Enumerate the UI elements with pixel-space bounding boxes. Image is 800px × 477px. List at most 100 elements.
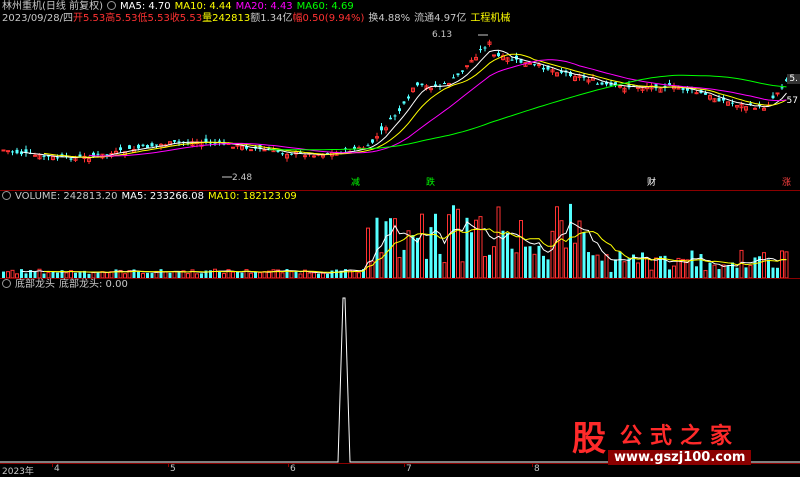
volume-bar — [483, 255, 487, 278]
volume-bar — [690, 250, 694, 278]
candle-body — [177, 141, 181, 143]
volume-bar — [213, 268, 217, 278]
candle-body — [465, 65, 469, 68]
axis-label-aug: 8 — [534, 464, 540, 474]
candle-body — [33, 154, 37, 157]
volume-bar — [335, 269, 338, 278]
candle-body — [78, 154, 82, 157]
event-marker-1[interactable]: 减 — [349, 178, 362, 189]
volume-bar — [622, 261, 627, 278]
volume-bar — [488, 254, 491, 278]
volume-bar — [780, 250, 784, 278]
volume-bar — [582, 232, 586, 278]
volume-bar — [573, 242, 577, 278]
volume-bar — [384, 221, 388, 278]
high-annotation: 6.13 — [432, 30, 452, 40]
watermark-url: www.gszj100.com — [608, 450, 752, 465]
volume-bar — [618, 251, 622, 278]
settings-circle-icon[interactable] — [106, 1, 116, 10]
info-line: 2023/09/28/四开5.53高5.53低5.53收5.53量242813额… — [2, 13, 514, 25]
volume-chart[interactable] — [0, 190, 800, 278]
volume-bar — [604, 254, 609, 278]
info-turnover: 换4.88% — [368, 13, 411, 24]
volume-bar — [452, 205, 455, 278]
candle-body — [366, 145, 370, 147]
volume-bar — [447, 214, 451, 278]
volume-bar — [465, 217, 469, 278]
ma10-label: MA10: 4.44 — [174, 1, 232, 12]
volume-bar — [654, 257, 658, 278]
candle-body — [780, 87, 784, 89]
candle-body — [771, 95, 775, 99]
candle-body — [393, 115, 397, 117]
volume-bar — [352, 270, 357, 278]
ma60-line — [269, 74, 787, 151]
volume-bar — [510, 248, 514, 278]
indicator-settings-icon[interactable] — [2, 279, 11, 288]
candle-body — [398, 108, 401, 112]
volume-bar — [294, 270, 298, 278]
volume-bar — [137, 271, 140, 278]
ma60-label: MA60: 4.69 — [296, 1, 354, 12]
candle-body — [775, 92, 780, 95]
candle-body — [510, 59, 514, 61]
volume-bar — [703, 270, 708, 278]
volume-panel[interactable]: VOLUME: 242813.20 MA5: 233266.08 MA10: 182… — [0, 190, 800, 278]
volume-bar — [591, 255, 595, 278]
candle-body — [528, 62, 532, 65]
candle-body — [704, 92, 707, 95]
volume-bar — [577, 220, 582, 278]
volume-bar — [532, 253, 537, 278]
candlestick-chart[interactable]: 6.13 2.48 — [0, 0, 800, 190]
candle-body — [596, 83, 599, 85]
candle-body — [56, 157, 59, 159]
price-right-label-bottom: 57 — [786, 96, 798, 106]
volume-bar — [366, 227, 370, 278]
volume-bar — [771, 267, 775, 278]
volume-bar — [514, 252, 519, 278]
price-panel[interactable]: 6.13 2.48 林州重机(日线 前复权) MA5: 4.70 MA10: 4.44… — [0, 0, 800, 190]
volume-bar — [114, 269, 118, 278]
indicator-header: 底部龙头 底部龙头: 0.00 — [2, 279, 132, 291]
volume-bar — [762, 252, 766, 278]
candle-body — [389, 117, 392, 120]
candle-body — [303, 155, 307, 158]
volume-bar — [524, 246, 527, 278]
stock-title: 林州重机(日线 前复权) — [2, 1, 103, 12]
axis-label-jun: 6 — [290, 464, 296, 474]
volume-bar — [416, 237, 419, 278]
candle-body — [416, 82, 419, 86]
candle-body — [542, 67, 545, 70]
volume-header: VOLUME: 242813.20 MA5: 233266.08 MA10: 182… — [2, 191, 301, 203]
volume-bar — [784, 251, 789, 278]
volume-bar — [528, 246, 532, 278]
main-header: 林州重机(日线 前复权) MA5: 4.70 MA10: 4.44 MA20: 4.4… — [2, 1, 358, 13]
watermark-name: 公式之家 — [620, 423, 741, 449]
candle-body — [402, 101, 406, 104]
volume-bar — [587, 252, 590, 278]
candle-body — [443, 82, 446, 84]
price-right-label-top: 5. — [787, 74, 800, 84]
candle-body — [6, 150, 10, 153]
volume-bar — [695, 266, 698, 278]
volume-settings-icon[interactable] — [2, 191, 11, 200]
candle-body — [15, 149, 19, 154]
volume-bar — [564, 247, 568, 278]
info-volume: 量242813 — [202, 13, 251, 24]
axis-label-apr: 4 — [54, 464, 60, 474]
volume-bar — [744, 267, 748, 278]
event-marker-4[interactable]: 涨 — [780, 178, 793, 189]
event-marker-3[interactable]: 财 — [645, 178, 658, 189]
ma5-label: MA5: 4.70 — [119, 1, 171, 12]
volume-bar — [438, 253, 442, 278]
volume-bar — [739, 249, 744, 278]
volume-bar — [569, 203, 572, 278]
candle-body — [150, 143, 154, 147]
indicator-name: 底部龙头 — [15, 279, 55, 290]
volume-bar — [402, 249, 406, 278]
volume-bar — [425, 258, 428, 278]
volume-bar — [753, 257, 757, 278]
event-marker-2[interactable]: 跌 — [424, 178, 437, 189]
candle-body — [119, 147, 122, 151]
candle-body — [262, 149, 267, 152]
